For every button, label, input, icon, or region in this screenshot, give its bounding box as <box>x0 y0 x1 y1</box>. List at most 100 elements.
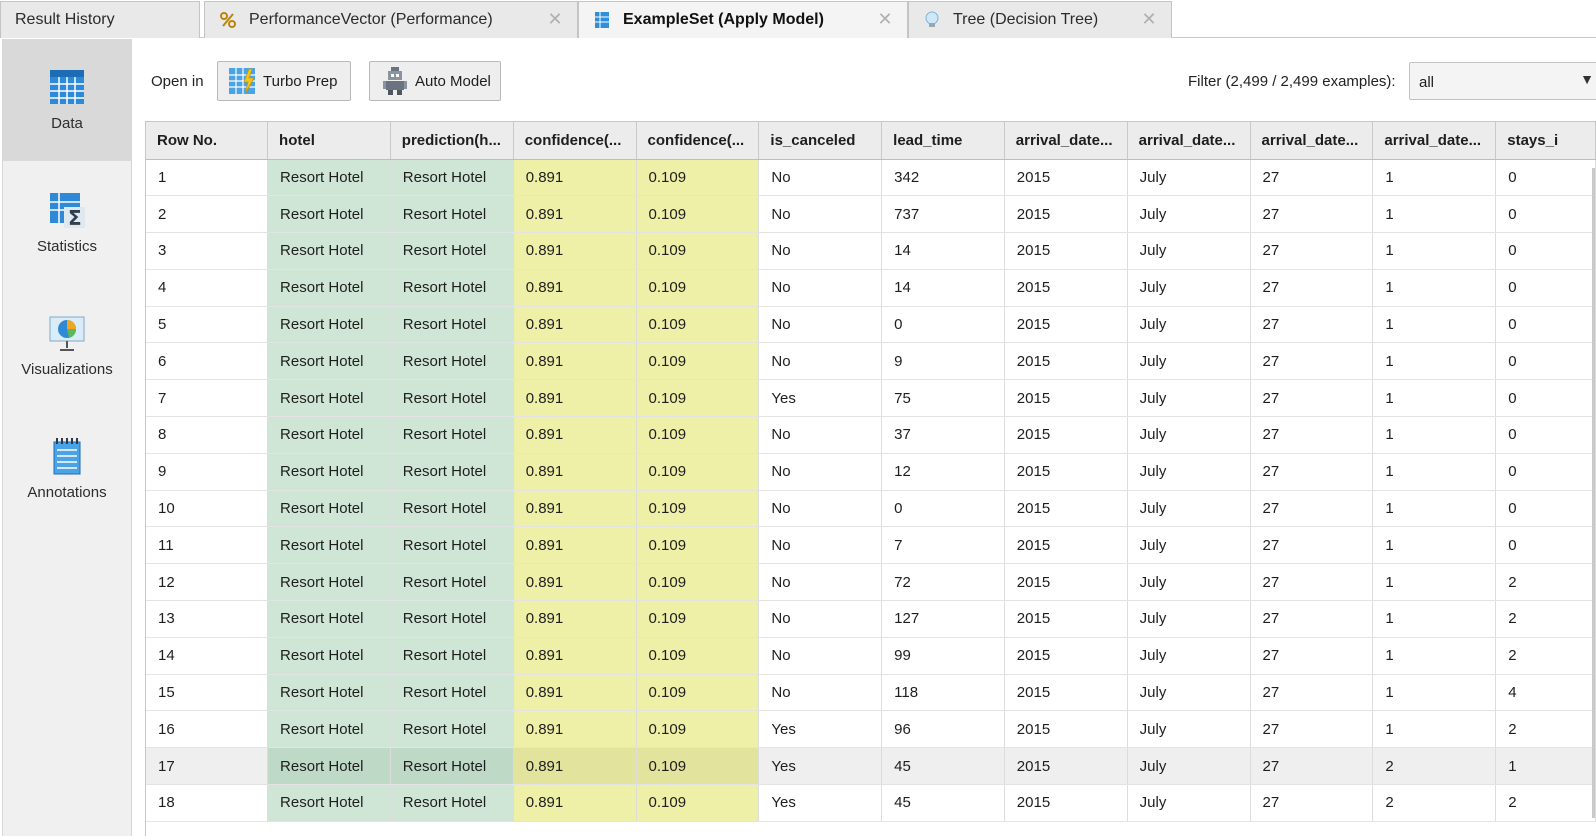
table-cell[interactable]: Resort Hotel <box>390 563 514 602</box>
table-cell[interactable]: 0 <box>1495 159 1596 197</box>
table-cell[interactable]: 2015 <box>1004 453 1128 491</box>
table-row[interactable]: 7 Resort Hotel Resort Hotel 0.891 0.109 Yes 75… <box>146 379 1596 418</box>
table-cell[interactable]: 0.891 <box>513 269 637 307</box>
table-cell[interactable]: 27 <box>1250 526 1374 565</box>
table-cell[interactable]: 37 <box>881 416 1005 454</box>
tab-exampleset[interactable]: ExampleSet (Apply Model) ✕ <box>578 1 908 38</box>
table-cell[interactable]: Resort Hotel <box>267 784 391 822</box>
table-cell[interactable]: 0.109 <box>636 416 760 454</box>
table-cell[interactable]: 0.109 <box>636 195 760 234</box>
table-cell[interactable]: Resort Hotel <box>390 416 514 454</box>
table-cell[interactable]: 1 <box>1372 526 1497 565</box>
table-cell[interactable]: 12 <box>146 563 269 602</box>
table-cell[interactable]: 0.891 <box>513 306 637 344</box>
table-row[interactable]: 18 Resort Hotel Resort Hotel 0.891 0.109 Yes 4… <box>146 784 1596 822</box>
table-cell[interactable]: 0.891 <box>513 342 637 381</box>
column-header-row-no[interactable]: Row No. <box>146 122 269 160</box>
table-cell[interactable]: 45 <box>881 747 1005 786</box>
table-cell[interactable]: 2015 <box>1004 747 1128 786</box>
table-cell[interactable]: Resort Hotel <box>267 159 391 197</box>
table-cell[interactable]: 0.109 <box>636 674 760 712</box>
table-cell[interactable]: Resort Hotel <box>390 306 514 344</box>
table-row[interactable]: 17 Resort Hotel Resort Hotel 0.891 0.109 Yes 4… <box>146 747 1596 786</box>
table-cell[interactable]: 27 <box>1250 379 1374 418</box>
table-cell[interactable]: 0.109 <box>636 159 760 197</box>
table-cell[interactable]: 27 <box>1250 747 1374 786</box>
table-cell[interactable]: Resort Hotel <box>267 269 391 307</box>
table-cell[interactable]: 0 <box>1495 306 1596 344</box>
table-cell[interactable]: Resort Hotel <box>390 342 514 381</box>
table-cell[interactable]: 1 <box>1372 269 1497 307</box>
table-cell[interactable]: Resort Hotel <box>267 526 391 565</box>
table-cell[interactable]: 4 <box>1495 674 1596 712</box>
table-cell[interactable]: Yes <box>758 747 883 786</box>
table-cell[interactable]: Resort Hotel <box>390 379 514 418</box>
table-cell[interactable]: 14 <box>881 269 1005 307</box>
table-cell[interactable]: 0.891 <box>513 453 637 491</box>
table-cell[interactable]: 0.891 <box>513 563 637 602</box>
table-cell[interactable]: 0 <box>1495 453 1596 491</box>
table-cell[interactable]: 0.109 <box>636 637 760 675</box>
table-cell[interactable]: 2015 <box>1004 784 1128 822</box>
table-cell[interactable]: 2015 <box>1004 563 1128 602</box>
table-cell[interactable]: 2 <box>1495 710 1596 749</box>
close-icon[interactable]: ✕ <box>1141 10 1157 28</box>
table-cell[interactable]: 0 <box>1495 416 1596 454</box>
table-cell[interactable]: 2015 <box>1004 674 1128 712</box>
table-cell[interactable]: 0.891 <box>513 674 637 712</box>
table-cell[interactable]: July <box>1127 710 1251 749</box>
table-cell[interactable]: 0.891 <box>513 747 637 786</box>
table-cell[interactable]: Resort Hotel <box>390 747 514 786</box>
table-cell[interactable]: 2015 <box>1004 232 1128 270</box>
table-cell[interactable]: 2 <box>1495 637 1596 675</box>
table-cell[interactable]: No <box>758 637 883 675</box>
table-row[interactable]: 1 Resort Hotel Resort Hotel 0.891 0.109 No 342… <box>146 159 1596 197</box>
table-cell[interactable]: 2 <box>1495 600 1596 638</box>
table-cell[interactable]: July <box>1127 195 1251 234</box>
table-cell[interactable]: 0.891 <box>513 710 637 749</box>
table-cell[interactable]: July <box>1127 232 1251 270</box>
table-cell[interactable]: 27 <box>1250 453 1374 491</box>
table-cell[interactable]: 0.891 <box>513 379 637 418</box>
table-cell[interactable]: 0 <box>1495 269 1596 307</box>
table-cell[interactable]: Resort Hotel <box>390 526 514 565</box>
table-cell[interactable]: 75 <box>881 379 1005 418</box>
table-cell[interactable]: 0 <box>1495 490 1596 528</box>
table-cell[interactable]: 0.891 <box>513 637 637 675</box>
table-cell[interactable]: No <box>758 269 883 307</box>
table-cell[interactable]: 1 <box>1372 379 1497 418</box>
table-cell[interactable]: 27 <box>1250 674 1374 712</box>
table-cell[interactable]: 0 <box>881 306 1005 344</box>
table-cell[interactable]: Resort Hotel <box>390 232 514 270</box>
table-cell[interactable]: No <box>758 195 883 234</box>
table-cell[interactable]: Resort Hotel <box>390 159 514 197</box>
table-cell[interactable]: 2 <box>1495 784 1596 822</box>
table-cell[interactable]: 15 <box>146 674 269 712</box>
table-cell[interactable]: 18 <box>146 784 269 822</box>
table-cell[interactable]: 5 <box>146 306 269 344</box>
table-cell[interactable]: 14 <box>881 232 1005 270</box>
table-cell[interactable]: 10 <box>146 490 269 528</box>
table-cell[interactable]: Resort Hotel <box>267 600 391 638</box>
table-cell[interactable]: Yes <box>758 710 883 749</box>
table-row[interactable]: 2 Resort Hotel Resort Hotel 0.891 0.109 No 737… <box>146 195 1596 234</box>
table-cell[interactable]: 27 <box>1250 490 1374 528</box>
column-header-arrival-date-1[interactable]: arrival_date... <box>1004 122 1128 160</box>
table-cell[interactable]: Resort Hotel <box>267 563 391 602</box>
table-row[interactable]: 12 Resort Hotel Resort Hotel 0.891 0.109 No 72… <box>146 563 1596 602</box>
table-cell[interactable]: 2015 <box>1004 526 1128 565</box>
table-cell[interactable]: 1 <box>1372 195 1497 234</box>
table-cell[interactable]: July <box>1127 342 1251 381</box>
table-cell[interactable]: Resort Hotel <box>390 637 514 675</box>
table-cell[interactable]: Yes <box>758 784 883 822</box>
table-cell[interactable]: 2015 <box>1004 159 1128 197</box>
table-cell[interactable]: No <box>758 232 883 270</box>
table-cell[interactable]: 0.109 <box>636 269 760 307</box>
table-cell[interactable]: 3 <box>146 232 269 270</box>
table-cell[interactable]: 1 <box>1372 232 1497 270</box>
table-cell[interactable]: 27 <box>1250 600 1374 638</box>
table-cell[interactable]: July <box>1127 159 1251 197</box>
table-cell[interactable]: Resort Hotel <box>390 490 514 528</box>
table-cell[interactable]: Resort Hotel <box>267 453 391 491</box>
table-cell[interactable]: Resort Hotel <box>267 306 391 344</box>
